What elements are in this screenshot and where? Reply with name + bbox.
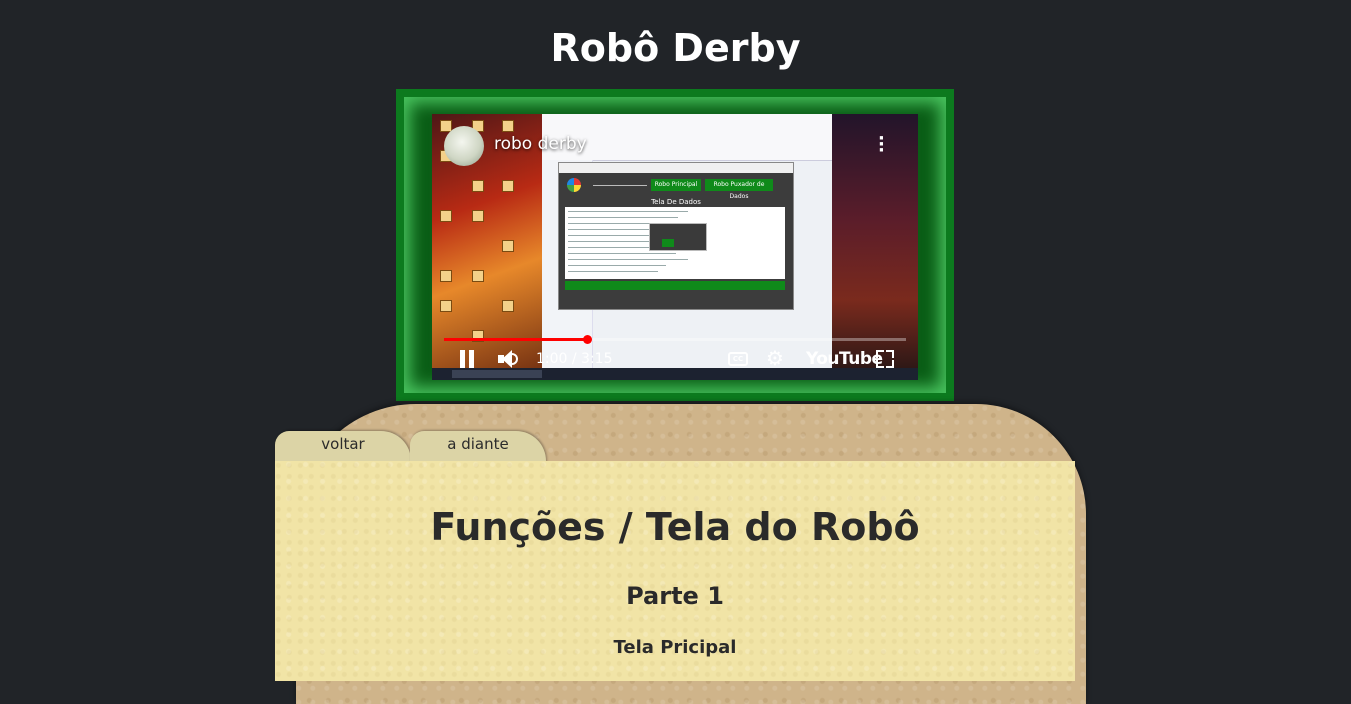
forward-tab-button[interactable]: a diante xyxy=(410,431,546,463)
app-progress-bar xyxy=(565,281,785,290)
app-tab-robo-puxador: Robo Puxador de Dados xyxy=(705,179,773,200)
video-player[interactable]: Robo Principal Robo Puxador de Dados Tel… xyxy=(432,114,918,380)
volume-icon[interactable] xyxy=(498,350,520,368)
list-line xyxy=(568,265,666,266)
subtitles-icon[interactable]: CC xyxy=(728,352,748,366)
app-tab-robo-principal: Robo Principal xyxy=(651,179,701,191)
desktop-icon xyxy=(502,120,514,132)
pause-icon[interactable] xyxy=(458,350,476,368)
app-divider xyxy=(593,185,647,186)
taskbar-search xyxy=(452,370,542,378)
time-display: 1:00 / 3:15 xyxy=(536,351,613,367)
desktop-icon xyxy=(472,270,484,282)
list-line xyxy=(568,271,658,272)
desktop-icon xyxy=(502,240,514,252)
list-line xyxy=(568,253,676,254)
robot-app-window: Robo Principal Robo Puxador de Dados Tel… xyxy=(558,162,794,310)
app-heading: Tela De Dados xyxy=(651,198,701,206)
desktop-icon xyxy=(502,300,514,312)
video-progress-bar[interactable] xyxy=(444,335,906,344)
channel-avatar[interactable] xyxy=(444,126,484,166)
desktop-icon xyxy=(502,180,514,192)
app-logo-icon xyxy=(567,178,581,192)
desktop-icon xyxy=(440,300,452,312)
more-options-icon[interactable]: · · · xyxy=(878,130,885,160)
dialog-ok-button xyxy=(662,239,674,247)
screen-title: Tela Pricipal xyxy=(613,637,737,658)
windows-taskbar xyxy=(432,368,918,380)
back-tab-button[interactable]: voltar xyxy=(275,431,411,463)
page-title: Robô Derby xyxy=(550,26,801,70)
folder-content: Funções / Tela do Robô Parte 1 Tela Pric… xyxy=(275,461,1075,681)
part-title: Parte 1 xyxy=(626,582,724,610)
desktop-icon xyxy=(472,180,484,192)
video-title[interactable]: robo derby xyxy=(494,134,587,154)
progress-played xyxy=(444,338,588,341)
settings-gear-icon[interactable]: ⚙ xyxy=(766,348,784,368)
video-frame: Robo Principal Robo Puxador de Dados Tel… xyxy=(396,89,954,401)
list-line xyxy=(568,259,688,260)
section-title: Funções / Tela do Robô xyxy=(430,505,920,549)
list-line xyxy=(568,217,678,218)
fullscreen-icon[interactable] xyxy=(876,350,894,368)
app-titlebar xyxy=(559,163,793,173)
youtube-logo[interactable]: YouTube xyxy=(806,349,883,369)
list-line xyxy=(568,211,688,212)
desktop-icon xyxy=(440,210,452,222)
desktop-icon xyxy=(472,210,484,222)
app-message-dialog xyxy=(649,223,707,251)
desktop-icon xyxy=(440,270,452,282)
